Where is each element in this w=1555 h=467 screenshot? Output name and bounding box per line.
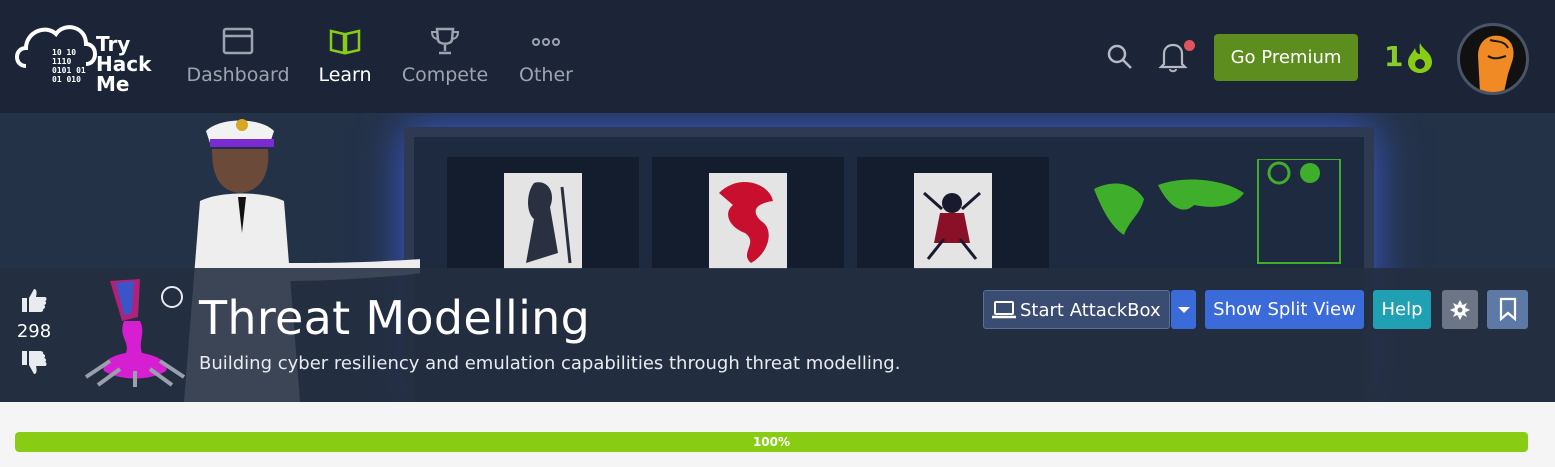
tryhackme-logo[interactable]: 10 10 1110 0101 01 01 010 Try Hack Me (12, 14, 162, 102)
nav-item-other[interactable]: Other (491, 26, 601, 86)
gear-icon (1450, 300, 1470, 320)
room-title: Threat Modelling (199, 291, 591, 345)
vote-count: 298 (16, 321, 52, 342)
world-map-art (1074, 158, 1364, 269)
room-progress-bar: 100% (15, 432, 1528, 452)
laptop-icon (992, 301, 1016, 319)
reaper-art (504, 173, 582, 269)
show-split-view-button[interactable]: Show Split View (1205, 290, 1364, 329)
vote-widget: 298 (14, 285, 54, 378)
trophy-icon (430, 27, 460, 55)
thumbs-down-icon[interactable] (19, 348, 49, 378)
nav-item-label: Other (519, 64, 573, 86)
progress-label: 100% (752, 435, 791, 449)
streak-count: 1 (1384, 40, 1404, 73)
nav-item-label: Learn (318, 64, 372, 86)
bookmark-button[interactable] (1487, 290, 1528, 329)
dragon-art (709, 173, 787, 269)
book-icon (329, 29, 361, 55)
more-dots-icon (532, 38, 560, 46)
nav-item-learn[interactable]: Learn (290, 26, 400, 86)
attackbox-dropdown-button[interactable] (1171, 290, 1196, 329)
nav-item-dashboard[interactable]: Dashboard (183, 26, 293, 86)
room-flask-icon (84, 279, 186, 387)
room-banner: 298 Threat Modelling Building cyber resi… (0, 113, 1555, 402)
start-attackbox-button[interactable]: Start AttackBox (983, 290, 1170, 329)
top-navbar: 10 10 1110 0101 01 01 010 Try Hack Me Da… (0, 0, 1555, 113)
logo-wordmark: Try Hack Me (96, 32, 152, 96)
logo-binary: 10 10 1110 0101 01 01 010 (52, 48, 86, 84)
nav-item-compete[interactable]: Compete (390, 26, 500, 86)
room-subtitle: Building cyber resiliency and emulation … (199, 353, 901, 374)
avatar-image (1478, 35, 1514, 92)
dashboard-icon (222, 27, 254, 55)
attackbox-label: Start AttackBox (1020, 300, 1161, 321)
go-premium-button[interactable]: Go Premium (1214, 34, 1358, 81)
flame-icon (1408, 43, 1432, 73)
thumbs-up-icon[interactable] (19, 285, 49, 315)
settings-button[interactable] (1442, 290, 1478, 329)
search-icon[interactable] (1106, 43, 1134, 71)
spider-art (914, 173, 992, 269)
help-button[interactable]: Help (1373, 290, 1431, 329)
notification-dot (1184, 40, 1195, 51)
bookmark-icon (1499, 297, 1516, 322)
caret-down-icon (1177, 307, 1190, 313)
user-avatar[interactable] (1457, 23, 1529, 95)
nav-item-label: Compete (401, 64, 489, 86)
nav-item-label: Dashboard (186, 64, 290, 86)
